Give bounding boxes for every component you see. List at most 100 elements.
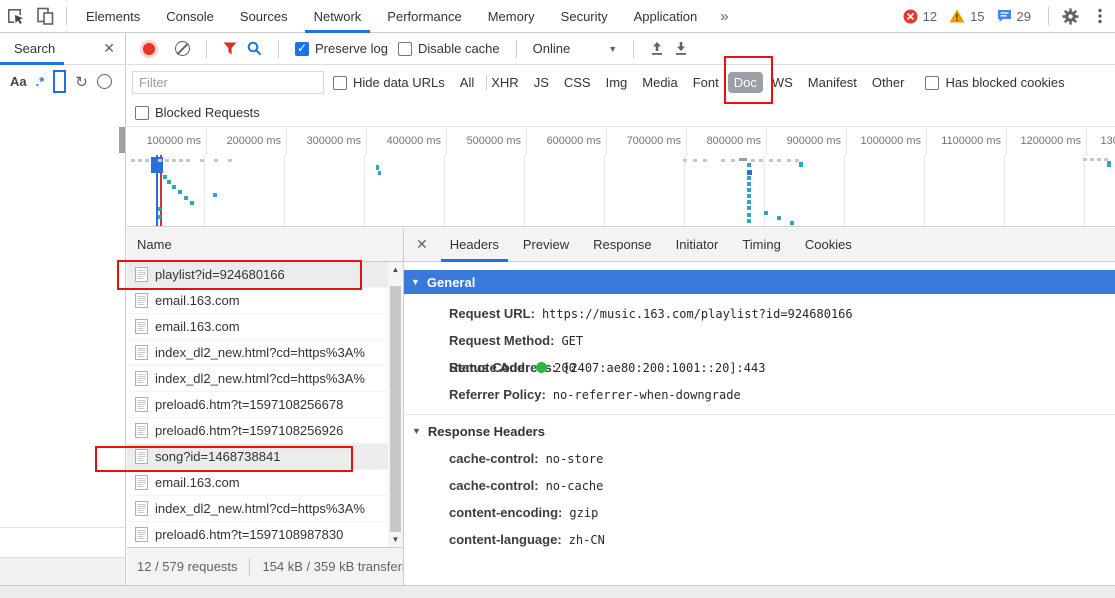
filter-funnel-icon[interactable] [223,42,237,55]
section-divider [404,414,1115,415]
header-value: zh-CN [569,533,605,547]
resource-type-filter[interactable]: Doc [728,72,763,93]
blocked-requests-row: Blocked Requests [127,99,1115,127]
document-icon [135,423,148,438]
request-list-scrollbar[interactable]: ▲ ▼ [388,262,403,547]
has-blocked-cookies-checkbox[interactable]: Has blocked cookies [925,75,1064,90]
overview-activity-dot [138,159,142,162]
document-icon [135,397,148,412]
overview-activity-dot [1083,158,1087,161]
request-row[interactable]: email.163.com [127,288,403,314]
resource-type-filter[interactable]: Font [687,72,725,93]
search-magnifier-icon[interactable] [247,41,262,56]
more-tabs-icon[interactable]: » [710,8,738,25]
details-tab[interactable]: Timing [730,228,793,262]
timeline-tick-label: 500000 ms [447,127,527,155]
error-icon[interactable] [903,9,918,24]
request-row[interactable]: playlist?id=924680166 [127,262,403,288]
close-details-icon[interactable]: ✕ [416,236,428,253]
request-row[interactable]: email.163.com [127,470,403,496]
panel-tab[interactable]: Performance [374,0,474,33]
panel-tab[interactable]: Network [301,0,375,33]
timeline-tick-label: 300000 ms [287,127,367,155]
close-icon[interactable]: ✕ [103,40,115,57]
name-column-header[interactable]: Name [127,228,403,262]
request-row[interactable]: email.163.com [127,314,403,340]
active-tab-underline [0,62,64,65]
panel-tab[interactable]: Console [153,0,227,33]
general-section-title: General [427,275,475,290]
details-tab[interactable]: Cookies [793,228,864,262]
hide-data-urls-checkbox[interactable]: Hide data URLs [333,75,445,90]
checkbox-checked[interactable] [295,42,309,56]
overview-gridline [764,155,765,226]
overview-graph[interactable] [127,155,1115,227]
request-row[interactable]: index_dl2_new.html?cd=https%3A% [127,340,403,366]
general-section-header[interactable]: ▼ General [404,270,1115,294]
request-name: index_dl2_new.html?cd=https%3A% [155,345,365,360]
panel-tab[interactable]: Elements [73,0,153,33]
kebab-menu-icon[interactable] [1085,3,1115,29]
request-row[interactable]: preload6.htm?t=1597108256926 [127,418,403,444]
search-query-input[interactable] [53,70,66,93]
request-row[interactable]: index_dl2_new.html?cd=https%3A% [127,366,403,392]
checkbox-unchecked[interactable] [333,76,347,90]
inspect-element-icon[interactable] [0,3,30,29]
request-row[interactable]: index_dl2_new.html?cd=https%3A% [127,496,403,522]
filter-input[interactable] [132,71,324,94]
response-headers-section-header[interactable]: ▼ Response Headers [404,417,1115,445]
error-count: 12 [923,9,937,24]
match-case-button[interactable]: Aa [10,74,27,89]
panel-tab[interactable]: Memory [475,0,548,33]
clear-requests-icon[interactable] [175,41,190,56]
resource-type-filter[interactable]: Other [866,72,911,93]
warning-icon[interactable] [949,9,965,23]
details-tab[interactable]: Initiator [664,228,731,262]
checkbox-unchecked[interactable] [398,42,412,56]
export-har-icon[interactable] [674,41,688,56]
panel-tab[interactable]: Application [621,0,711,33]
resource-type-filter[interactable]: All [454,72,480,93]
request-row[interactable]: preload6.htm?t=1597108987830 [127,522,403,547]
throttling-dropdown[interactable]: Online ▼ [533,41,618,56]
checkbox-unchecked[interactable] [135,106,149,120]
details-tab[interactable]: Response [581,228,664,262]
refresh-icon[interactable]: ↻ [75,73,88,91]
scroll-up-icon[interactable]: ▲ [388,262,403,277]
overview-activity-dot [787,159,791,162]
resource-type-filter[interactable]: JS [528,72,555,93]
request-name: playlist?id=924680166 [155,267,285,282]
resource-type-filter[interactable]: Manifest [802,72,863,93]
import-har-icon[interactable] [650,41,664,56]
resource-type-filter[interactable]: Img [600,72,634,93]
regex-button[interactable]: .* [36,74,45,89]
resource-type-filter[interactable]: CSS [558,72,597,93]
network-summary-bar: 12 / 579 requests 154 kB / 359 kB transf… [127,547,403,585]
message-icon[interactable] [997,9,1012,23]
scrollbar-thumb[interactable] [390,286,401,532]
clear-search-icon[interactable] [97,74,112,89]
checkbox-unchecked[interactable] [925,76,939,90]
search-tab[interactable]: Search ✕ [0,33,125,65]
scroll-down-icon[interactable]: ▼ [388,532,403,547]
general-items: Request URL: https://music.163.com/playl… [404,294,1115,408]
resource-type-filter[interactable]: Media [636,72,683,93]
overview-activity-dot [376,165,379,170]
details-tab[interactable]: Headers [438,228,511,262]
details-tab[interactable]: Preview [511,228,581,262]
blocked-requests-checkbox[interactable]: Blocked Requests [135,105,260,120]
response-header-items: cache-control: no-store cache-control: n… [404,445,1115,553]
panel-tab[interactable]: Security [548,0,621,33]
resource-type-filter[interactable]: WS [766,72,799,93]
request-row[interactable]: preload6.htm?t=1597108256678 [127,392,403,418]
disable-cache-checkbox[interactable]: Disable cache [398,41,500,56]
settings-gear-icon[interactable] [1055,3,1085,29]
record-button[interactable] [143,43,155,55]
panel-tab[interactable]: Sources [227,0,301,33]
search-panel-scrollbar[interactable] [119,127,125,153]
request-row[interactable]: song?id=1468738841 [127,444,403,470]
preserve-log-checkbox[interactable]: Preserve log [295,41,388,56]
device-toolbar-icon[interactable] [30,3,60,29]
request-name: index_dl2_new.html?cd=https%3A% [155,501,365,516]
resource-type-filter[interactable]: XHR [485,72,524,93]
